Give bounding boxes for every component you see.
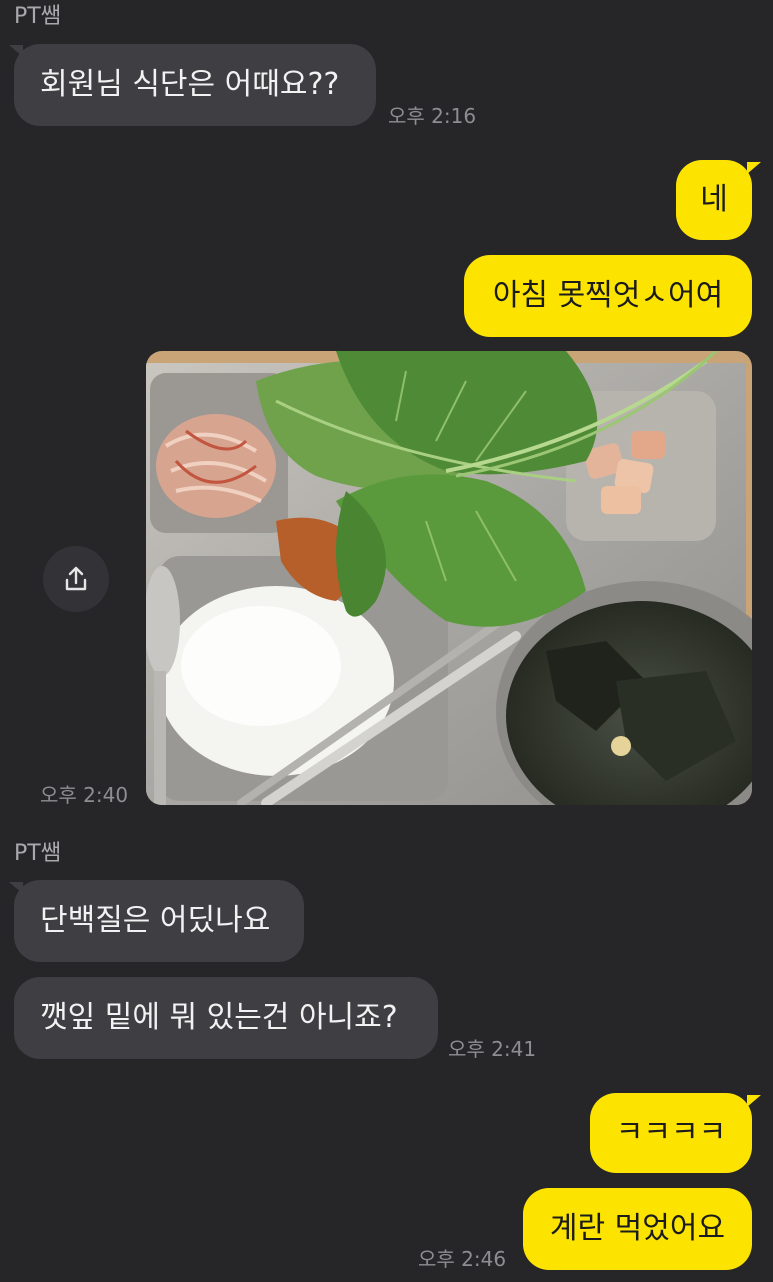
message-time: 오후 2:46 [418,1247,507,1271]
message-time: 오후 2:41 [448,1037,537,1061]
bubble-tail [747,162,761,174]
message-time: 오후 2:16 [388,104,477,128]
message-bubble-incoming[interactable]: 단백질은 어딨나요 [14,880,304,962]
message-bubble-outgoing[interactable]: ㅋㅋㅋㅋ [590,1093,752,1173]
meal-photo[interactable] [146,351,752,805]
share-icon [65,566,87,591]
bubble-tail [747,1095,761,1107]
message-time: 오후 2:40 [40,783,129,807]
sender-name: PT쌤 [14,4,61,29]
message-bubble-outgoing[interactable]: 네 [676,160,752,240]
message-bubble-outgoing[interactable]: 계란 먹었어요 [523,1188,752,1270]
message-bubble-outgoing[interactable]: 아침 못찍엇ㅅ어여 [464,255,752,337]
message-bubble-incoming[interactable]: 회원님 식단은 어때요?? [14,44,376,126]
message-bubble-incoming[interactable]: 깻잎 밑에 뭐 있는건 아니죠? [14,977,438,1059]
sender-name: PT쌤 [14,841,61,866]
share-button[interactable] [43,546,109,612]
